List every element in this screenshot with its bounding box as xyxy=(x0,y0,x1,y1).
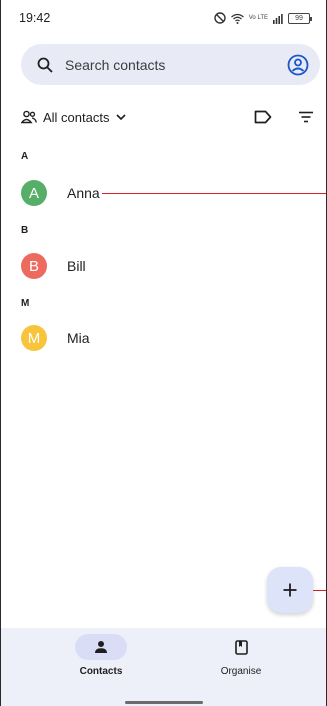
avatar: A xyxy=(21,180,47,206)
plus-icon xyxy=(283,583,297,597)
network-type-label: Vo LTE xyxy=(248,15,268,21)
filter-icon[interactable] xyxy=(298,111,314,123)
search-input[interactable]: Search contacts xyxy=(65,57,286,73)
bottom-navigation: Contacts Organise xyxy=(1,628,326,706)
contacts-filter-dropdown[interactable]: All contacts xyxy=(21,110,127,125)
status-icons: Vo LTE 99 xyxy=(214,12,312,24)
label-icon[interactable] xyxy=(254,110,272,124)
search-icon xyxy=(37,57,53,73)
nav-pill xyxy=(75,634,127,660)
section-header: A xyxy=(21,151,29,162)
contact-item-mia[interactable]: M Mia xyxy=(21,321,321,355)
bookmark-icon xyxy=(234,639,248,655)
contact-name: Anna xyxy=(67,185,100,201)
add-contact-button[interactable] xyxy=(267,567,313,613)
dnd-icon xyxy=(214,12,226,24)
section-header: M xyxy=(21,298,30,309)
wifi-icon xyxy=(230,13,244,24)
person-icon xyxy=(95,641,107,653)
filter-row: All contacts xyxy=(21,104,320,130)
status-bar: 19:42 Vo LTE 99 xyxy=(1,0,326,36)
contacts-screen: 19:42 Vo LTE 99 Search contacts All cont… xyxy=(0,0,327,706)
battery-icon: 99 xyxy=(288,12,312,24)
home-indicator[interactable] xyxy=(125,701,203,704)
filter-actions xyxy=(254,110,320,124)
avatar: M xyxy=(21,325,47,351)
annotation-line xyxy=(102,193,326,194)
filter-label: All contacts xyxy=(43,109,110,125)
contact-name: Mia xyxy=(67,330,90,346)
search-bar[interactable]: Search contacts xyxy=(21,44,320,85)
nav-pill xyxy=(215,634,267,660)
nav-item-organise[interactable]: Organise xyxy=(181,634,301,677)
nav-label: Contacts xyxy=(79,666,123,677)
people-icon xyxy=(21,110,37,124)
chevron-down-icon xyxy=(116,114,127,121)
avatar: B xyxy=(21,253,47,279)
signal-icon xyxy=(273,13,283,24)
section-header: B xyxy=(21,225,29,236)
nav-item-contacts[interactable]: Contacts xyxy=(41,634,161,677)
nav-label: Organise xyxy=(220,666,262,677)
contact-item-bill[interactable]: B Bill xyxy=(21,249,321,283)
account-circle-icon[interactable] xyxy=(286,53,310,77)
annotation-line xyxy=(313,590,326,591)
contact-name: Bill xyxy=(67,258,86,274)
status-time: 19:42 xyxy=(19,11,51,25)
